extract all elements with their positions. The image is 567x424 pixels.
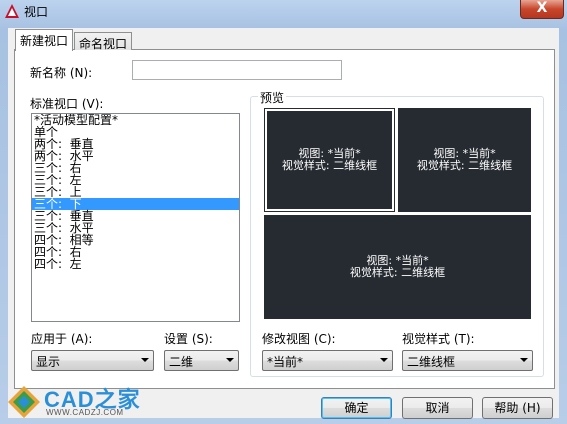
preview-viewport-1[interactable]: 视图: *当前* 视觉样式: 二维线框 (264, 108, 395, 212)
tab-named-viewports[interactable]: 命名视口 (74, 32, 133, 51)
title-bar[interactable]: 视口 X (0, 0, 567, 22)
standard-viewports-label: 标准视口 (V): (30, 97, 104, 111)
preview-viewport-3[interactable]: 视图: *当前* 视觉样式: 二维线框 (264, 215, 531, 319)
ok-button[interactable]: 确定 (321, 397, 392, 419)
preview-viewport-2[interactable]: 视图: *当前* 视觉样式: 二维线框 (398, 108, 531, 212)
list-item[interactable]: 四个: 左 (32, 258, 239, 270)
watermark-url: WWW.CADZJ.COM (46, 408, 124, 417)
close-button[interactable]: X (520, 0, 564, 19)
visual-style-dropdown[interactable]: 二维线框 (402, 350, 533, 371)
new-name-input[interactable] (132, 60, 342, 80)
standard-viewports-list[interactable]: *活动模型配置* 单个 两个: 垂直 两个: 水平 三个: 右 三个: 左 三个… (31, 113, 240, 322)
window-title: 视口 (24, 5, 49, 19)
change-view-dropdown[interactable]: *当前* (262, 350, 393, 371)
chevron-down-icon (226, 358, 234, 362)
viewport-dialog: 视口 X 新建视口 命名视口 新名称 (N): 标准视口 (V): *活动模型配… (0, 0, 567, 424)
preview-label: 预览 (258, 89, 287, 106)
new-name-label: 新名称 (N): (30, 66, 93, 80)
apply-to-value: 显示 (36, 355, 61, 369)
viewport-style-text: 视觉样式: 二维线框 (281, 159, 378, 172)
apply-to-label: 应用于 (A): (31, 332, 93, 346)
cad-home-logo-icon (8, 386, 40, 418)
viewport-style-text: 视觉样式: 二维线框 (349, 266, 446, 279)
change-view-value: *当前* (267, 355, 304, 369)
setup-dropdown[interactable]: 二维 (164, 350, 239, 371)
setup-value: 二维 (169, 355, 194, 369)
cancel-button[interactable]: 取消 (402, 397, 473, 419)
setup-label: 设置 (S): (164, 332, 213, 346)
visual-style-label: 视觉样式 (T): (402, 332, 475, 346)
change-view-label: 修改视图 (C): (262, 332, 336, 346)
tab-new-viewports[interactable]: 新建视口 (15, 29, 74, 51)
visual-style-value: 二维线框 (407, 355, 456, 369)
help-button[interactable]: 帮助 (H) (482, 397, 553, 419)
watermark: CAD之家 WWW.CADZJ.COM (4, 384, 144, 422)
preview-area: 视图: *当前* 视觉样式: 二维线框 视图: *当前* 视觉样式: 二维线框 … (262, 106, 533, 321)
list-item[interactable]: *活动模型配置* (32, 114, 239, 126)
chevron-down-icon (520, 358, 528, 362)
chevron-down-icon (380, 358, 388, 362)
viewport-style-text: 视觉样式: 二维线框 (416, 159, 513, 172)
autocad-logo-icon (5, 4, 19, 18)
chevron-down-icon (141, 358, 149, 362)
apply-to-dropdown[interactable]: 显示 (31, 350, 154, 371)
